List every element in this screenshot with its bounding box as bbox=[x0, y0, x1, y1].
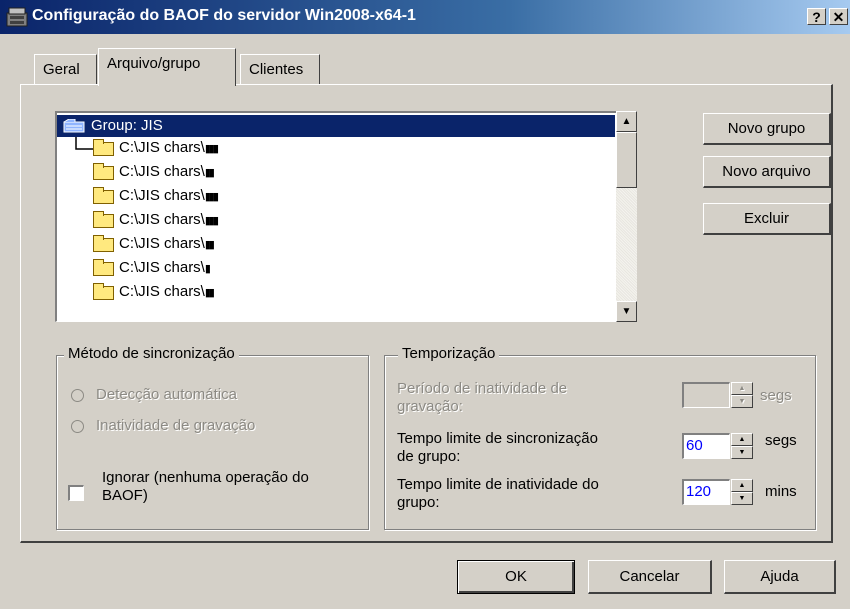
help-footer-button[interactable]: Ajuda bbox=[724, 560, 836, 594]
window-title: Configuração do BAOF do servidor Win2008… bbox=[32, 7, 416, 24]
title-bar[interactable]: Configuração do BAOF do servidor Win2008… bbox=[0, 0, 850, 34]
server-icon bbox=[6, 7, 28, 27]
ok-button[interactable]: OK bbox=[457, 560, 575, 594]
cancel-button[interactable]: Cancelar bbox=[588, 560, 712, 594]
tab-clientes[interactable]: Clientes bbox=[240, 54, 320, 84]
help-button[interactable]: ? bbox=[807, 8, 826, 25]
tab-arquivo-grupo[interactable]: Arquivo/grupo bbox=[98, 48, 236, 86]
tab-panel bbox=[20, 84, 833, 543]
tab-geral[interactable]: Geral bbox=[34, 54, 97, 84]
close-button[interactable]: ✕ bbox=[829, 8, 848, 25]
